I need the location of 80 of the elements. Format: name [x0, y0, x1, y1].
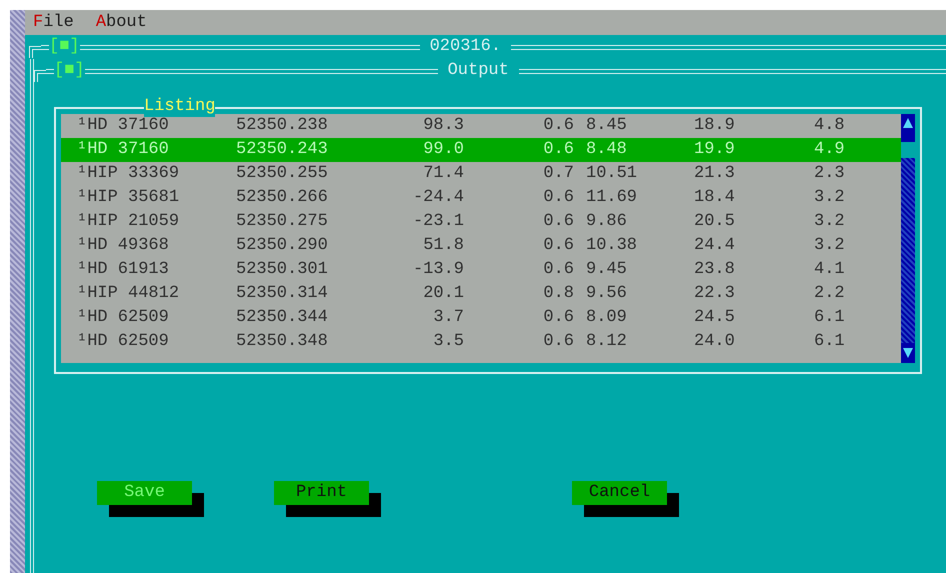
table-cell-text: -24.4 [412, 187, 464, 210]
table-cell-text: 0.6 [542, 115, 574, 138]
table-cell-text: 0.6 [542, 235, 574, 258]
table-cell-text: 4.1 [814, 259, 846, 282]
table-cell-text: ¹HD 61913 [76, 259, 170, 282]
table-cell-text: 21.3 [694, 163, 736, 186]
table-cell-text: 52350.314 [236, 283, 329, 306]
table-cell-text: 24.4 [694, 235, 736, 258]
table-cell-text: 10.38 [585, 235, 638, 258]
dialog-button[interactable]: Print [274, 481, 369, 505]
scroll-up-icon[interactable] [901, 114, 915, 138]
table-cell-text: 24.0 [694, 331, 736, 354]
table-cell-text: 2.3 [814, 163, 846, 186]
table-cell-text: 19.9 [694, 139, 736, 162]
menu-item[interactable]: About [96, 10, 147, 36]
table-cell-text: 18.9 [694, 115, 736, 138]
table-cell-text: 20.5 [694, 211, 736, 234]
table-cell-text: -13.9 [412, 259, 464, 282]
table-cell-text: 6.1 [814, 331, 846, 354]
table-cell-text: 0.8 [542, 283, 574, 306]
table-cell-text: 11.69 [585, 187, 638, 210]
table-cell-text: ¹HD 37160 [76, 115, 170, 138]
scrollbar[interactable] [901, 114, 915, 363]
table-cell-text: 2.2 [814, 283, 846, 306]
table-cell-text: 52350.348 [236, 331, 329, 354]
table-cell-text: ¹HD 49368 [76, 235, 170, 258]
table-cell-text: 51.8 [422, 235, 464, 258]
table-cell-text: 0.6 [542, 139, 574, 162]
table-cell-text: 52350.275 [236, 211, 329, 234]
table-cell-text: 71.4 [422, 163, 464, 186]
window-title: Output [446, 61, 510, 81]
table-cell-text: 18.4 [694, 187, 736, 210]
table-cell-text: 4.9 [814, 139, 846, 162]
table-cell-text: 98.3 [422, 115, 464, 138]
listing-title: Listing [144, 97, 216, 117]
table-cell-text: 52350.290 [236, 235, 329, 258]
table-cell-text: ¹HIP 44812 [76, 283, 180, 306]
table-cell-text: 9.45 [585, 259, 628, 282]
table-cell-text: 9.86 [585, 211, 628, 234]
scroll-down-icon[interactable] [901, 343, 915, 363]
table-cell-text: 9.56 [585, 283, 628, 306]
table-cell-text: 52350.301 [236, 259, 329, 282]
table-cell-text: 3.2 [814, 235, 846, 258]
table-cell-text: 52350.344 [236, 307, 329, 330]
table-cell-text: 52350.266 [236, 187, 329, 210]
table-cell-text: 99.0 [422, 139, 464, 162]
table-cell-text: 24.5 [694, 307, 736, 330]
table-cell-text: 0.6 [542, 307, 574, 330]
table-cell-text: 3.2 [814, 211, 846, 234]
window-title: 020316. [428, 37, 502, 57]
table-cell-text: ¹HD 37160 [76, 139, 170, 162]
table-cell-text: 0.6 [542, 331, 574, 354]
table-cell-text: ¹HIP 35681 [76, 187, 180, 210]
table-cell-text: 52350.238 [236, 115, 329, 138]
table-cell-text: 3.5 [432, 331, 464, 354]
table-cell-text: 10.51 [585, 163, 638, 186]
table-cell-text: 20.1 [422, 283, 464, 306]
table-cell-text: ¹HIP 33369 [76, 163, 180, 186]
table-cell-text: ¹HD 62509 [76, 307, 170, 330]
table-cell-text: ¹HIP 21059 [76, 211, 180, 234]
table-cell-text: -23.1 [412, 211, 464, 234]
table-cell-text: 0.6 [542, 187, 574, 210]
table-cell-text: 0.6 [542, 259, 574, 282]
table-cell-text: 0.7 [542, 163, 574, 186]
table-cell-text: ¹HD 62509 [76, 331, 170, 354]
table-cell-text: 52350.255 [236, 163, 329, 186]
table-cell-text: 23.8 [694, 259, 736, 282]
table-cell-text: 3.2 [814, 187, 846, 210]
table-cell-text: 0.6 [542, 211, 574, 234]
table-cell-text: 6.1 [814, 307, 846, 330]
table-cell-text: 8.09 [585, 307, 628, 330]
table-cell-text: 8.12 [585, 331, 628, 354]
table-cell-text: 3.7 [432, 307, 464, 330]
table-cell-text: 8.45 [585, 115, 628, 138]
table-cell-text: 22.3 [694, 283, 736, 306]
menu-item[interactable]: File [33, 10, 74, 36]
table-cell-text: 52350.243 [236, 139, 329, 162]
dialog-button[interactable]: Cancel [572, 481, 667, 505]
table-cell-text: 4.8 [814, 115, 846, 138]
table-cell-text: 8.48 [585, 139, 628, 162]
